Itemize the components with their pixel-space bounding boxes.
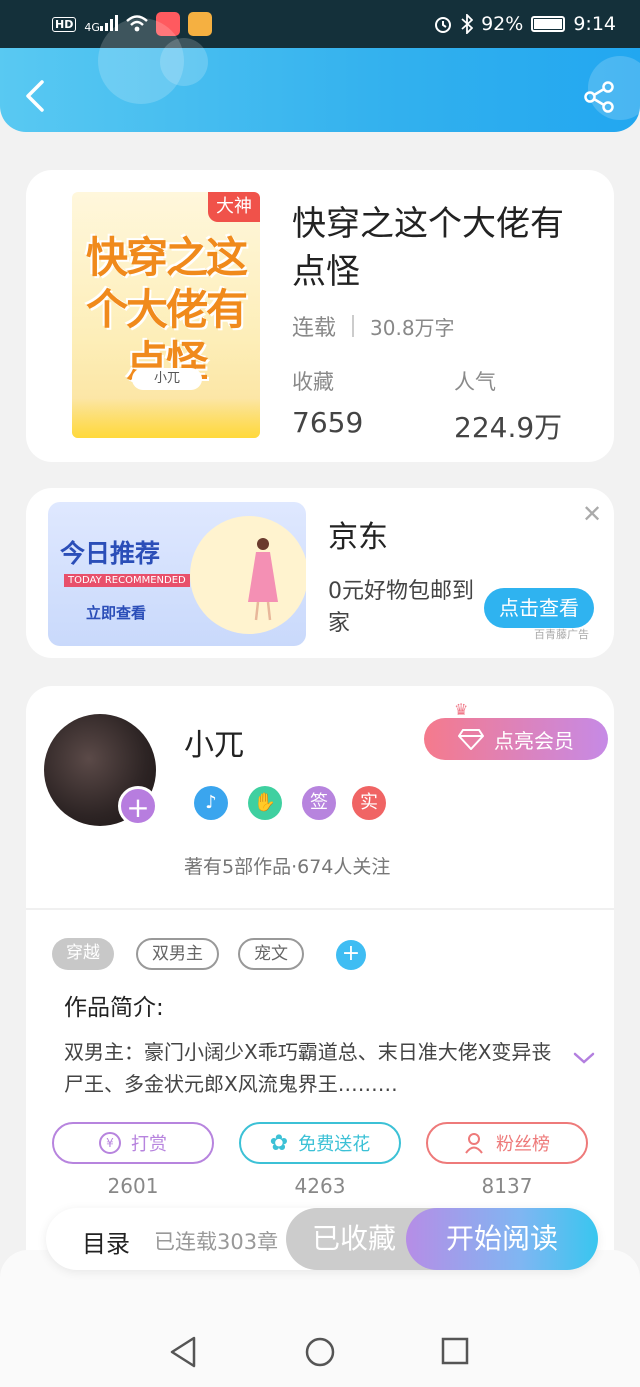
- tag-chuanyue[interactable]: 穿越: [52, 938, 114, 970]
- yen-coin-icon: ¥: [99, 1132, 121, 1154]
- ad-description: 0元好物包邮到家: [328, 579, 474, 636]
- top-header: [0, 18, 640, 132]
- flower-count: 4263: [294, 1174, 346, 1198]
- ad-banner-cta: 立即查看: [86, 604, 147, 622]
- author-name[interactable]: 小兀: [184, 720, 244, 764]
- user-rank-icon: [465, 1133, 483, 1154]
- author-stats: 著有5部作品·674人关注: [184, 856, 391, 878]
- verified-badge[interactable]: 实: [352, 786, 386, 820]
- handshake-medal-icon[interactable]: ✋: [248, 786, 282, 820]
- toc-button[interactable]: 目录: [82, 1224, 130, 1259]
- battery-percent: 92%: [481, 13, 524, 35]
- fan-rank-button[interactable]: 粉丝榜: [426, 1122, 588, 1164]
- dashen-badge: 大神: [208, 192, 260, 222]
- ad-view-button[interactable]: 点击查看: [484, 588, 594, 628]
- vip-button-label: 点亮会员: [494, 728, 574, 753]
- nav-home-icon[interactable]: [304, 1336, 336, 1368]
- ad-banner-title: 今日推荐: [60, 539, 161, 568]
- vip-button[interactable]: 点亮会员: [424, 718, 608, 760]
- book-info-card: 快穿之这个大佬有点怪 小兀 大神 快穿之这个大佬有点怪 连载 30.8万字 收藏…: [26, 170, 614, 462]
- intro-text: 双男主：豪门小阔少X乖巧霸道总、末日准大佬X变异丧尸王、多金状元郎X风流鬼界王……: [64, 1040, 552, 1096]
- fan-rank-label: 粉丝榜: [496, 1134, 550, 1155]
- tip-button[interactable]: ¥ 打赏: [52, 1122, 214, 1164]
- tip-label: 打赏: [131, 1134, 167, 1155]
- cover-title: 快穿之这个大佬有点怪: [86, 233, 248, 386]
- girl-illustration: [248, 538, 278, 621]
- tip-count: 2601: [107, 1174, 159, 1198]
- chapter-count[interactable]: 已连载303章: [154, 1226, 278, 1256]
- favorites-value: 7659: [292, 406, 364, 439]
- chevron-down-icon[interactable]: [572, 1050, 596, 1066]
- app-notification-icon: [187, 12, 212, 36]
- send-flower-button[interactable]: ✿ 免费送花: [239, 1122, 401, 1164]
- ad-card[interactable]: 今日推荐 TODAY RECOMMENDED 立即查看 京东 0元好物包邮到家 …: [26, 488, 614, 658]
- hd-icon: HD: [52, 16, 77, 32]
- divider: [26, 908, 614, 910]
- serial-status: 连载: [292, 316, 337, 341]
- back-button[interactable]: [22, 78, 50, 114]
- book-status-line: 连载 30.8万字: [292, 310, 455, 342]
- favorites-label: 收藏: [292, 370, 334, 394]
- flower-icon: ✿: [269, 1130, 289, 1156]
- popularity-label: 人气: [454, 370, 496, 394]
- popularity-value: 224.9万: [454, 411, 563, 444]
- system-nav-bar: [0, 1250, 640, 1387]
- cover-author: 小兀: [132, 368, 202, 390]
- ad-source: 百青藤广告: [534, 628, 589, 641]
- close-icon[interactable]: ✕: [582, 500, 602, 528]
- crown-icon: ♛: [454, 700, 469, 719]
- signed-badge[interactable]: 签: [302, 786, 336, 820]
- clock: 9:14: [573, 13, 616, 35]
- ad-brand: 京东: [328, 520, 388, 555]
- word-count: 30.8万字: [370, 315, 455, 340]
- nav-recent-icon[interactable]: [440, 1336, 470, 1366]
- add-tag-button[interactable]: +: [336, 940, 366, 970]
- follow-plus-icon[interactable]: +: [118, 786, 158, 826]
- fan-rank-count: 8137: [481, 1174, 533, 1198]
- ad-banner-subtitle: TODAY RECOMMENDED: [64, 574, 190, 587]
- nav-back-icon[interactable]: [168, 1336, 198, 1368]
- intro-title: 作品简介:: [64, 995, 164, 1021]
- reading-action-bar: 目录 已连载303章 已收藏 开始阅读: [46, 1208, 598, 1270]
- alarm-icon: [435, 17, 452, 33]
- tag-shuangnanzhu[interactable]: 双男主: [136, 938, 219, 970]
- diamond-icon: [458, 729, 484, 750]
- share-button[interactable]: [582, 80, 616, 114]
- send-flower-label: 免费送花: [298, 1134, 371, 1155]
- music-medal-icon[interactable]: ♪: [194, 786, 228, 820]
- ad-banner-image[interactable]: 今日推荐 TODAY RECOMMENDED 立即查看: [48, 502, 306, 646]
- battery-icon: [531, 16, 566, 32]
- start-reading-button[interactable]: 开始阅读: [406, 1208, 598, 1270]
- cover-splash: [72, 398, 260, 438]
- bluetooth-icon: [461, 14, 474, 34]
- book-cover[interactable]: 快穿之这个大佬有点怪 小兀 大神: [72, 192, 260, 438]
- book-title: 快穿之这个大佬有点怪: [292, 204, 564, 292]
- tag-chongwen[interactable]: 宠文: [238, 938, 304, 970]
- status-bar: HD 4G 92% 9:14: [0, 0, 640, 48]
